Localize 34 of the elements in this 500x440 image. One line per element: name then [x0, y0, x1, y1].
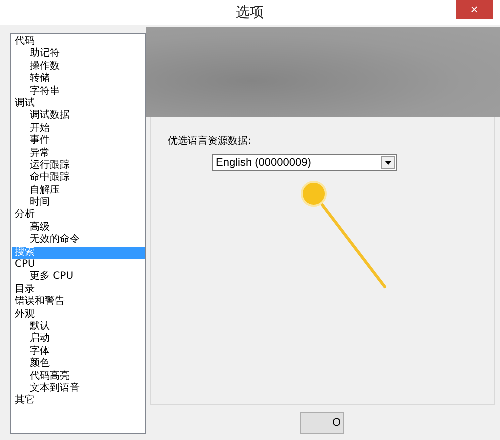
- tree-item[interactable]: 异常: [12, 148, 145, 160]
- ok-button[interactable]: O: [300, 412, 344, 434]
- tree-item[interactable]: 颜色: [12, 358, 145, 371]
- tree-item[interactable]: 自解压: [12, 184, 145, 198]
- tree-item[interactable]: CPU: [12, 259, 145, 272]
- tree-item[interactable]: 开始: [12, 122, 145, 136]
- tree-item[interactable]: 文本到语音: [12, 382, 145, 396]
- tree-item[interactable]: 助记符: [12, 48, 145, 61]
- tree-item[interactable]: 代码高亮: [12, 370, 145, 383]
- tree-item[interactable]: 调试: [12, 98, 145, 110]
- tree-item[interactable]: 时间: [12, 197, 145, 210]
- tree-item[interactable]: 字体: [12, 346, 145, 358]
- tree-item[interactable]: 代码: [12, 36, 145, 48]
- tree-item[interactable]: 默认: [12, 320, 145, 334]
- tree-item[interactable]: 运行跟踪: [12, 160, 145, 172]
- tree-item[interactable]: 启动: [12, 333, 145, 346]
- tree-item[interactable]: 目录: [12, 284, 145, 296]
- language-dropdown[interactable]: English (00000009): [212, 154, 397, 171]
- tree-item[interactable]: 无效的命令: [12, 234, 145, 247]
- tree-item[interactable]: 外观: [12, 308, 145, 321]
- tree-item[interactable]: 操作数: [12, 60, 145, 74]
- tree-item[interactable]: 命中跟踪: [12, 172, 145, 185]
- tree-item[interactable]: 转储: [12, 73, 145, 86]
- tree-item[interactable]: 字符串: [12, 86, 145, 98]
- tree-item[interactable]: 调试数据: [12, 110, 145, 123]
- tree-item[interactable]: 事件: [12, 135, 145, 148]
- tree-item[interactable]: 错误和警告: [12, 296, 145, 309]
- tree-item[interactable]: 分析: [12, 209, 145, 222]
- window-title: 选项: [236, 4, 264, 22]
- tree-item[interactable]: 其它: [12, 395, 145, 408]
- close-button[interactable]: ×: [456, 0, 493, 19]
- tree-item[interactable]: 高级: [12, 222, 145, 234]
- tree-item[interactable]: 更多 CPU: [12, 271, 145, 284]
- field-label: 优选语言资源数据:: [168, 134, 252, 148]
